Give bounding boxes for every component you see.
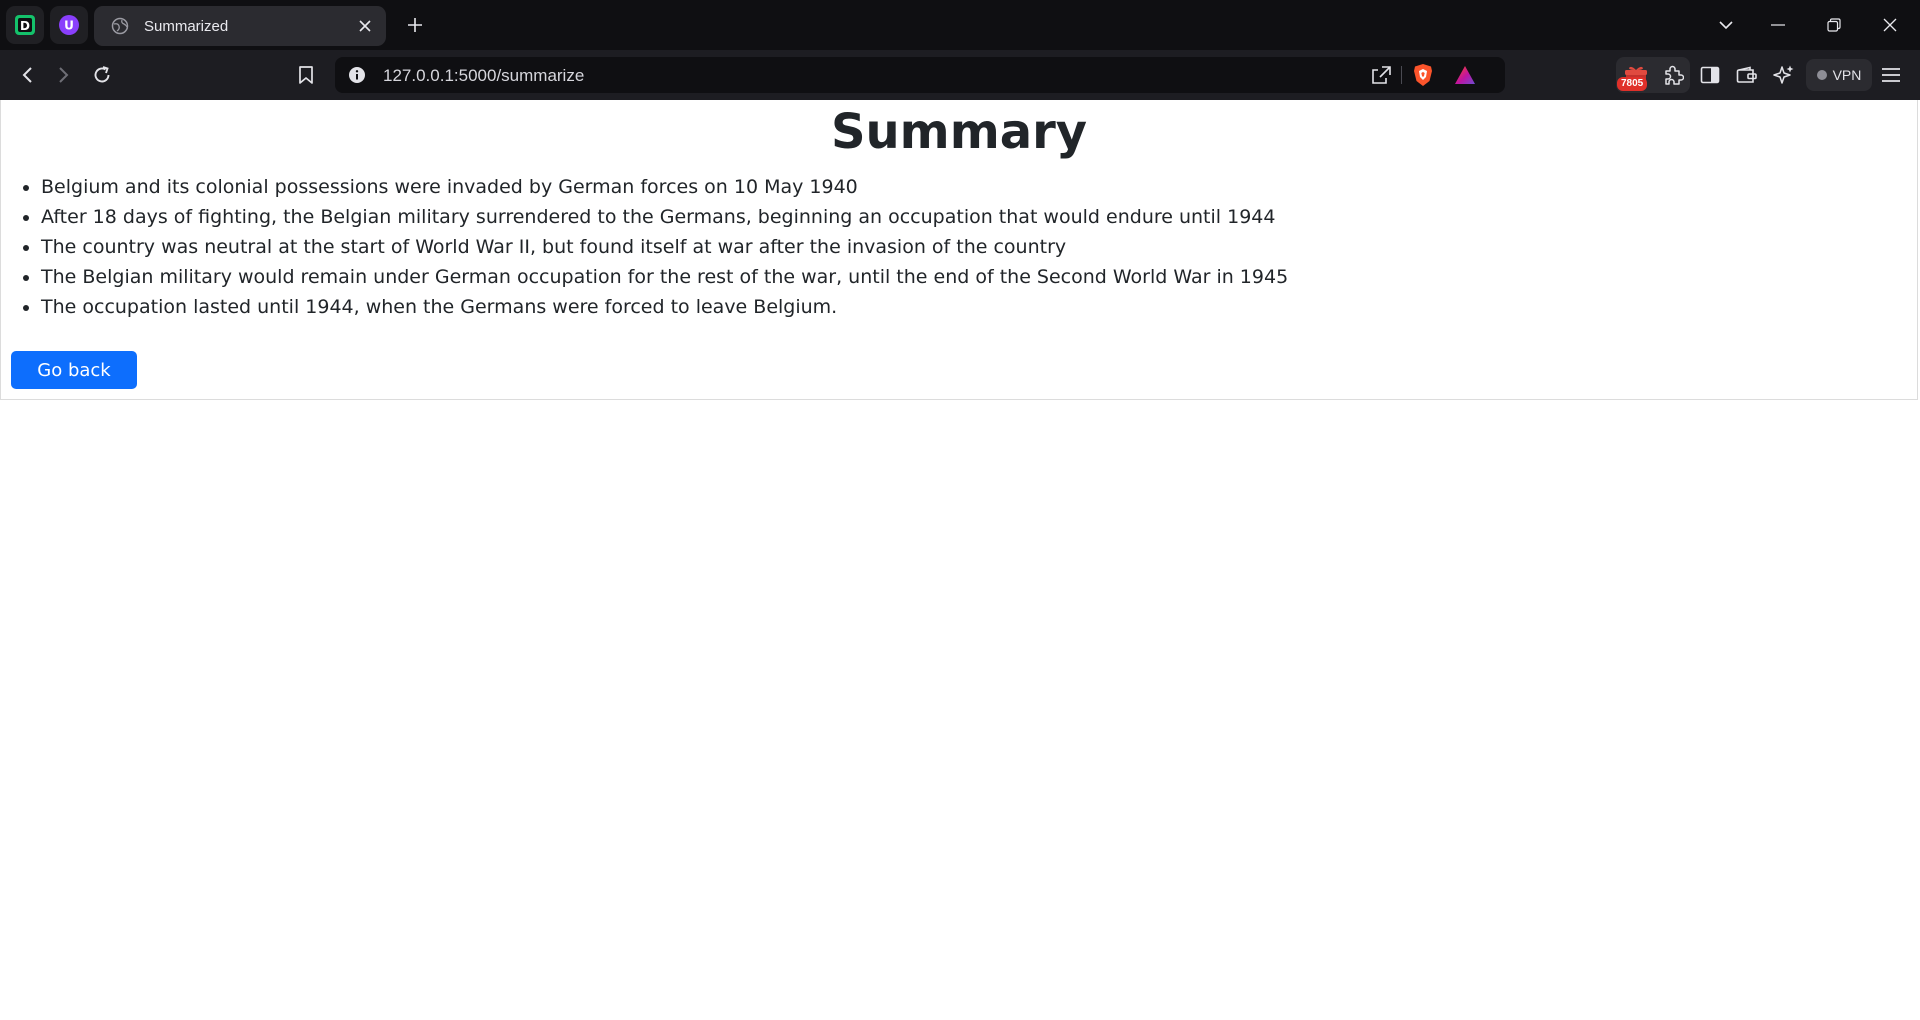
- vpn-label: VPN: [1832, 67, 1862, 83]
- pinned-tab-u[interactable]: U: [50, 6, 88, 44]
- sparkle-icon: [1773, 65, 1794, 84]
- list-item: The occupation lasted until 1944, when t…: [41, 292, 1288, 322]
- sidebar-toggle-button[interactable]: [1696, 62, 1724, 88]
- minimize-icon: [1771, 24, 1785, 26]
- u-app-icon: U: [59, 15, 79, 35]
- page-title: Summary: [830, 104, 1088, 160]
- list-item: The country was neutral at the start of …: [41, 232, 1288, 262]
- tab-title: Summarized: [144, 17, 229, 35]
- hamburger-menu-icon: [1882, 68, 1900, 82]
- wallet-button[interactable]: [1733, 62, 1761, 88]
- forward-button[interactable]: [48, 60, 80, 90]
- svg-text:U: U: [64, 19, 74, 33]
- extensions-button[interactable]: [1660, 62, 1686, 88]
- list-item: After 18 days of fighting, the Belgian m…: [41, 202, 1288, 232]
- vpn-button[interactable]: VPN: [1806, 59, 1872, 91]
- main-menu-button[interactable]: [1877, 62, 1905, 88]
- restore-icon: [1827, 18, 1841, 32]
- page-content: Summary Belgium and its colonial possess…: [0, 100, 1918, 400]
- extension-badge-count: 7805: [1617, 77, 1648, 91]
- puzzle-icon: [1665, 65, 1684, 85]
- vpn-status-icon: [1816, 70, 1827, 80]
- brave-rewards-icon[interactable]: [1453, 64, 1477, 86]
- close-tab-icon[interactable]: [352, 13, 378, 39]
- restore-button[interactable]: [1814, 10, 1854, 40]
- summary-list: Belgium and its colonial possessions wer…: [11, 172, 1288, 322]
- close-window-button[interactable]: [1870, 10, 1910, 40]
- list-item: Belgium and its colonial possessions wer…: [41, 172, 1288, 202]
- reload-button[interactable]: [86, 60, 118, 90]
- wallet-icon: [1736, 66, 1757, 83]
- bookmark-icon: [299, 66, 313, 84]
- sidebar-icon: [1700, 66, 1720, 84]
- tab-search-button[interactable]: [1706, 10, 1746, 40]
- list-item: The Belgian military would remain under …: [41, 262, 1288, 292]
- divider: [1401, 66, 1402, 84]
- share-icon[interactable]: [1369, 64, 1393, 86]
- d-app-icon: D: [15, 15, 35, 35]
- bookmark-button[interactable]: [290, 60, 322, 90]
- tab-strip: D U Summarized: [0, 0, 1920, 50]
- pinned-tab-d[interactable]: D: [6, 6, 44, 44]
- url-text[interactable]: 127.0.0.1:5000/summarize: [383, 66, 584, 86]
- arrow-left-icon: [22, 67, 32, 83]
- brave-shields-icon[interactable]: [1411, 63, 1435, 87]
- go-back-button[interactable]: Go back: [11, 351, 137, 389]
- chevron-down-icon: [1719, 21, 1733, 30]
- site-info-icon[interactable]: [347, 65, 367, 85]
- reload-icon: [94, 66, 110, 83]
- address-bar[interactable]: 127.0.0.1:5000/summarize: [335, 57, 1505, 93]
- plus-icon: [408, 18, 422, 32]
- tab-summarized[interactable]: Summarized: [94, 6, 386, 46]
- close-icon: [1883, 18, 1897, 32]
- svg-text:D: D: [20, 19, 30, 33]
- back-button[interactable]: [11, 60, 43, 90]
- globe-icon: [110, 16, 130, 36]
- arrow-right-icon: [59, 67, 69, 83]
- new-tab-button[interactable]: [400, 10, 430, 40]
- leo-ai-button[interactable]: [1770, 62, 1798, 88]
- minimize-button[interactable]: [1758, 10, 1798, 40]
